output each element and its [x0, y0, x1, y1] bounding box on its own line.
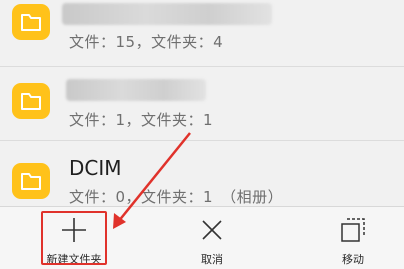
annotation-arrow	[113, 132, 191, 229]
